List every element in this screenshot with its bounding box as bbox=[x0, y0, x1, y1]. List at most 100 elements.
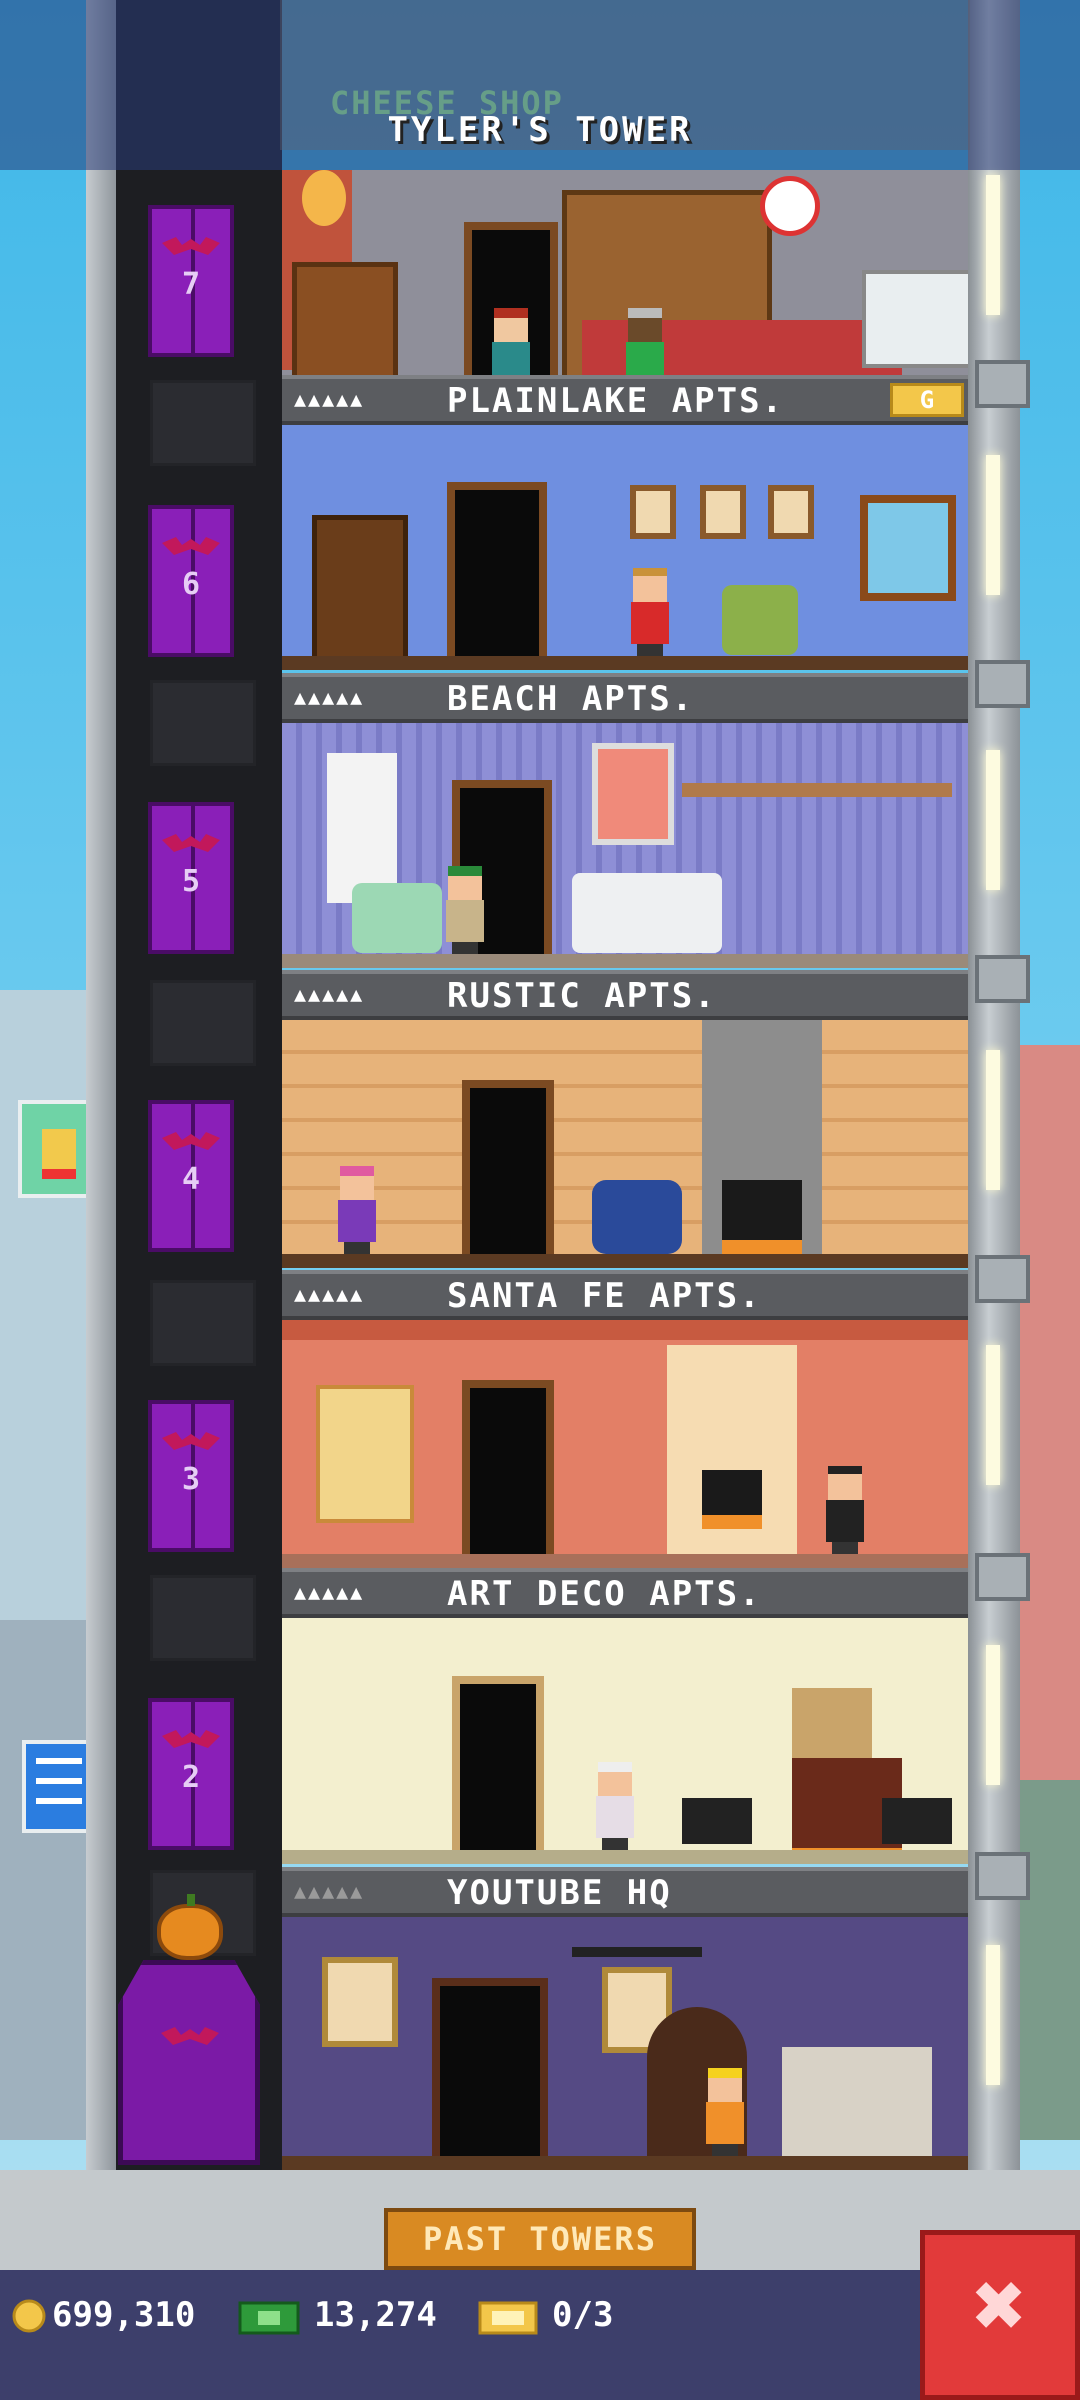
elevator-floor-3[interactable]: 3 bbox=[148, 1400, 234, 1552]
cheese-wheel-icon bbox=[302, 170, 346, 226]
resident[interactable] bbox=[627, 568, 673, 656]
armchair bbox=[352, 883, 442, 953]
resident[interactable] bbox=[442, 866, 488, 954]
tower-bracket bbox=[975, 1255, 1030, 1303]
tower-light bbox=[986, 1645, 1000, 1785]
floor-name: SANTA FE APTS. bbox=[447, 1276, 762, 1316]
elevator-floor-4[interactable]: 4 bbox=[148, 1100, 234, 1252]
ceiling-trim bbox=[282, 1320, 968, 1340]
tower-bracket bbox=[975, 955, 1030, 1003]
floor-sign-beach[interactable]: ▲▲▲▲▲ BEACH APTS. bbox=[282, 673, 968, 723]
floor-rustic-apts[interactable] bbox=[282, 1020, 968, 1268]
tower-light bbox=[986, 1050, 1000, 1190]
floor-santa-fe-apts[interactable] bbox=[282, 1320, 968, 1568]
fireplace bbox=[722, 1180, 802, 1258]
rating-stars: ▲▲▲▲▲ bbox=[294, 685, 365, 709]
bat-icon bbox=[162, 1132, 220, 1150]
rent-coin-badge[interactable]: G bbox=[890, 383, 964, 417]
coins-value: 699,310 bbox=[52, 2295, 196, 2335]
rug-wall-hanging bbox=[316, 1385, 414, 1523]
rating-stars: ▲▲▲▲▲ bbox=[294, 982, 365, 1006]
armchair bbox=[592, 1180, 682, 1254]
window bbox=[860, 495, 956, 601]
floor-beach-apts[interactable] bbox=[282, 723, 968, 968]
floor-sign-youtube-hq[interactable]: ▲▲▲▲▲ YOUTUBE HQ bbox=[282, 1867, 968, 1917]
bux-counter: 13,274 bbox=[238, 2295, 458, 2339]
bottom-bar bbox=[0, 2170, 1080, 2400]
fire bbox=[702, 1470, 762, 1529]
elevator-floor-5[interactable]: 5 bbox=[148, 802, 234, 954]
tower-bracket bbox=[975, 360, 1030, 408]
rating-stars: ▲▲▲▲▲ bbox=[294, 1879, 365, 1903]
chandelier bbox=[572, 1947, 702, 1957]
tower-header: CHEESE SHOP TYLER'S TOWER bbox=[0, 0, 1080, 170]
resident[interactable] bbox=[822, 1466, 868, 1554]
wall-shelf bbox=[682, 783, 952, 797]
bat-icon bbox=[162, 834, 220, 852]
bookshelf bbox=[312, 515, 408, 665]
pumpkin-icon bbox=[157, 1894, 223, 1960]
floor-cheese-shop[interactable] bbox=[282, 170, 968, 410]
tower-bracket bbox=[975, 660, 1030, 708]
close-icon: ✖ bbox=[972, 2253, 1028, 2358]
apartment-door[interactable] bbox=[452, 1676, 544, 1850]
floor-art-deco-apts[interactable] bbox=[282, 1618, 968, 1864]
floor-number: 5 bbox=[181, 864, 201, 899]
tower-light bbox=[986, 175, 1000, 315]
city-building-right-lower bbox=[1010, 1780, 1080, 2140]
no-sign-icon bbox=[760, 176, 820, 236]
display-case bbox=[862, 270, 968, 368]
blue-billboard bbox=[22, 1740, 96, 1833]
apartment-door[interactable] bbox=[462, 1380, 554, 1554]
haunted-door[interactable] bbox=[432, 1978, 548, 2156]
rating-stars: ▲▲▲▲▲ bbox=[294, 1282, 365, 1306]
floor-sign-santa-fe[interactable]: ▲▲▲▲▲ SANTA FE APTS. bbox=[282, 1270, 968, 1320]
floor-name: PLAINLAKE APTS. bbox=[447, 381, 785, 421]
sunset-painting bbox=[592, 743, 674, 845]
floor-youtube-hq[interactable] bbox=[282, 1917, 968, 2170]
floor-number: 4 bbox=[181, 1162, 201, 1197]
apartment-door[interactable] bbox=[447, 482, 547, 656]
floor-sign-rustic[interactable]: ▲▲▲▲▲ RUSTIC APTS. bbox=[282, 970, 968, 1020]
tower-light bbox=[986, 455, 1000, 595]
past-towers-button[interactable]: PAST TOWERS bbox=[384, 2208, 696, 2270]
picture-frame bbox=[630, 485, 676, 539]
elevator-floor-2[interactable]: 2 bbox=[148, 1698, 234, 1850]
apartment-door[interactable] bbox=[462, 1080, 554, 1254]
tower-bracket bbox=[975, 1852, 1030, 1900]
flower-painting bbox=[792, 1688, 872, 1758]
close-button[interactable]: ✖ bbox=[920, 2230, 1080, 2400]
bat-icon bbox=[161, 2027, 219, 2045]
elevator-floor-6[interactable]: 6 bbox=[148, 505, 234, 657]
floor-sign-art-deco[interactable]: ▲▲▲▲▲ ART DECO APTS. bbox=[282, 1568, 968, 1618]
bat-icon bbox=[162, 1432, 220, 1450]
fries-billboard bbox=[18, 1100, 96, 1198]
elevator-lobby-coffin[interactable] bbox=[118, 1960, 260, 2165]
resident[interactable] bbox=[334, 1166, 380, 1254]
floor-number: 7 bbox=[181, 267, 201, 302]
tickets-value: 0/3 bbox=[552, 2295, 614, 2335]
bat-icon bbox=[162, 537, 220, 555]
tower-light bbox=[986, 750, 1000, 890]
resident[interactable] bbox=[702, 2068, 748, 2156]
coins-counter: 699,310 bbox=[12, 2295, 232, 2339]
rating-stars: ▲▲▲▲▲ bbox=[294, 1580, 365, 1604]
coin-icon bbox=[12, 2299, 46, 2333]
floor-number: 2 bbox=[181, 1760, 201, 1795]
picture-frame bbox=[768, 485, 814, 539]
resident[interactable] bbox=[592, 1762, 638, 1850]
elevator-floor-7[interactable]: 7 bbox=[148, 205, 234, 357]
floor-sign-plainlake[interactable]: ▲▲▲▲▲ PLAINLAKE APTS. G bbox=[282, 375, 968, 425]
floor-name: ART DECO APTS. bbox=[447, 1574, 762, 1614]
tower-bracket bbox=[975, 1553, 1030, 1601]
rating-stars: ▲▲▲▲▲ bbox=[294, 387, 365, 411]
sofa bbox=[572, 873, 722, 953]
armchair bbox=[722, 585, 798, 655]
window-shutters bbox=[327, 753, 397, 903]
tower-light bbox=[986, 1345, 1000, 1485]
picture-frame bbox=[700, 485, 746, 539]
floor-plainlake-apts[interactable] bbox=[282, 425, 968, 670]
tower-light bbox=[986, 1945, 1000, 2085]
portrait-frame bbox=[322, 1957, 398, 2047]
tower-title: TYLER'S TOWER bbox=[387, 110, 693, 150]
